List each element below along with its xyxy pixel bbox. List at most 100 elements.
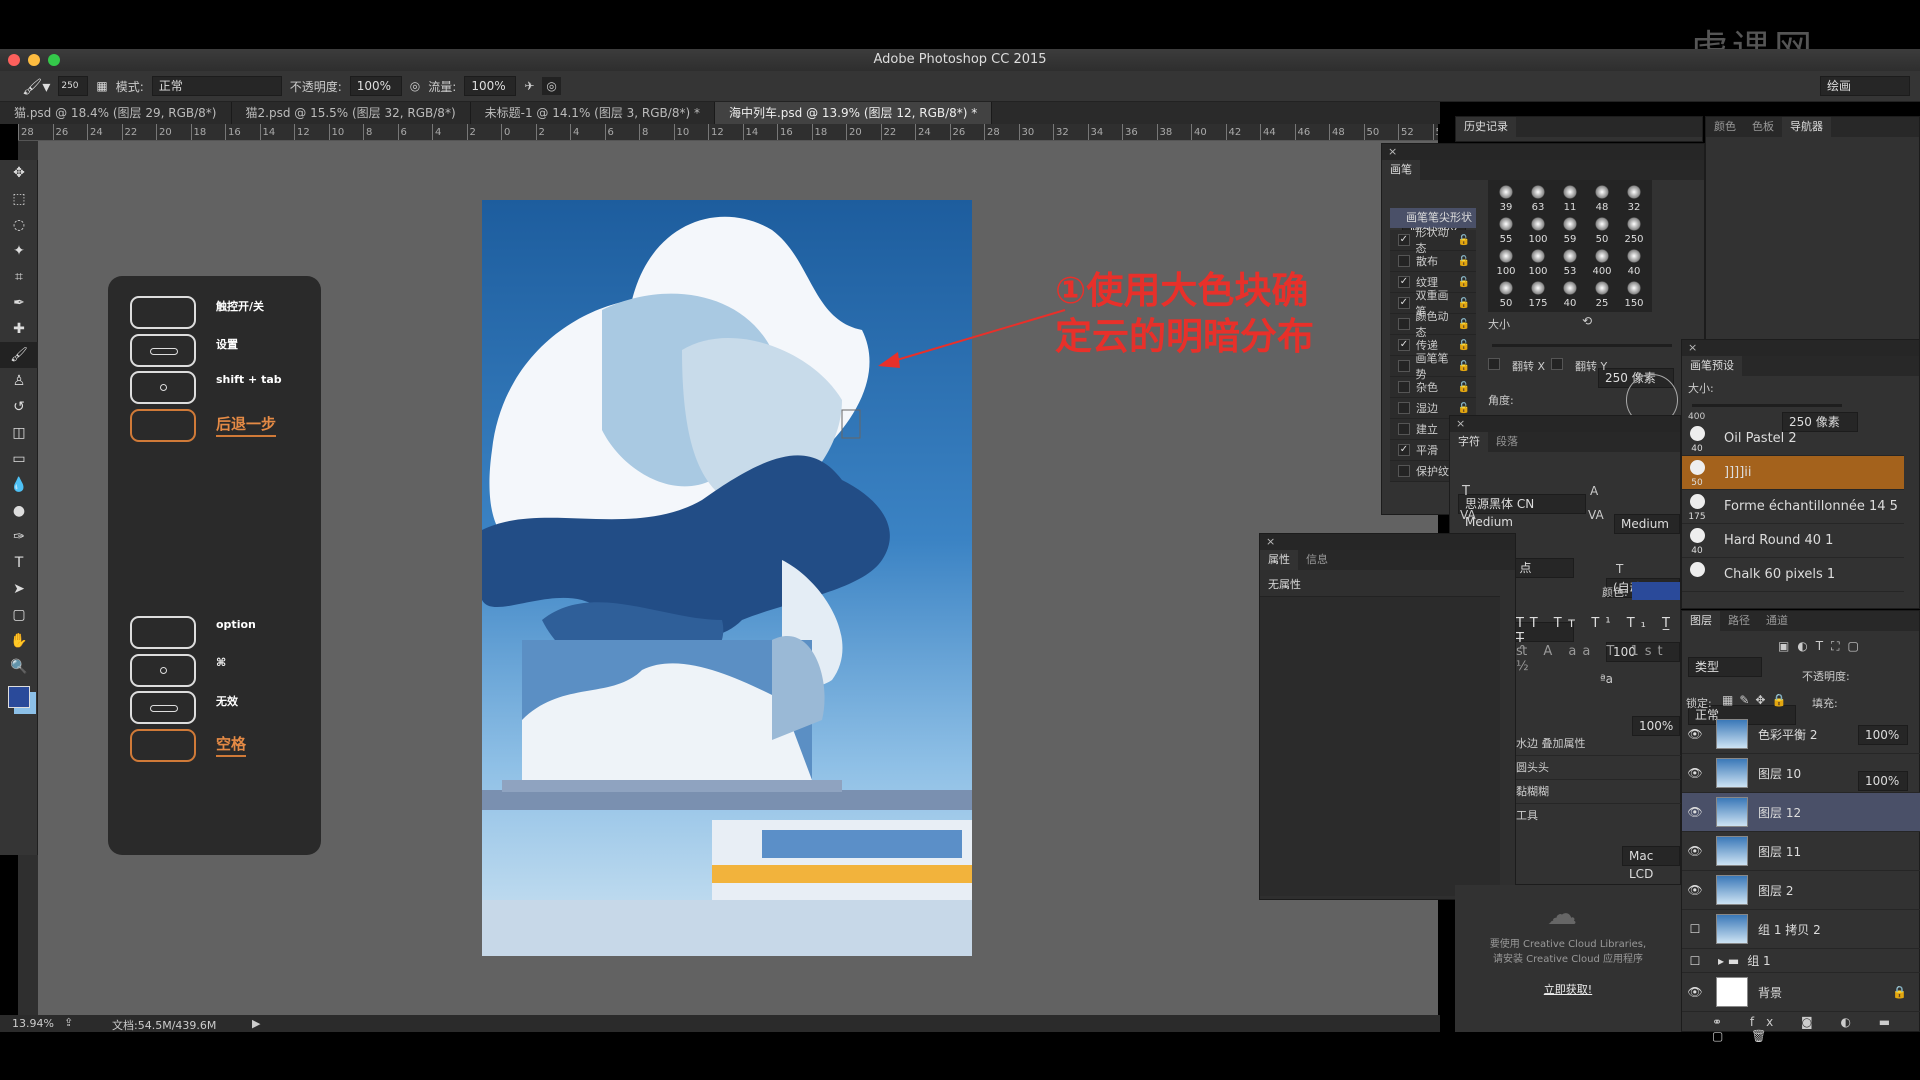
- brush-tip[interactable]: 40: [1618, 246, 1650, 278]
- font-family-select[interactable]: 思源黑体 CN Medium: [1458, 494, 1586, 529]
- lasso-tool-icon[interactable]: ◌: [0, 212, 38, 238]
- close-icon[interactable]: ×: [1450, 416, 1680, 432]
- eye-icon[interactable]: 👁: [1682, 985, 1708, 999]
- shape-tool-icon[interactable]: ▢: [0, 602, 38, 628]
- blur-tool-icon[interactable]: 💧: [0, 472, 38, 498]
- brush-tip[interactable]: 100: [1522, 214, 1554, 246]
- eraser-tool-icon[interactable]: ◫: [0, 420, 38, 446]
- workspace-select[interactable]: 绘画: [1820, 76, 1910, 96]
- checkbox[interactable]: ✓: [1398, 276, 1410, 288]
- tab-1[interactable]: 信息: [1298, 550, 1336, 570]
- brush-panel-toggle-icon[interactable]: ▦: [96, 79, 107, 93]
- lock-icon[interactable]: 🔓: [1458, 403, 1470, 414]
- brush-preset-item[interactable]: 40 Hard Round 40 1: [1682, 524, 1904, 558]
- brush-tip[interactable]: 53: [1554, 246, 1586, 278]
- brush-tip[interactable]: 11: [1554, 182, 1586, 214]
- lock-icon[interactable]: 🔓: [1458, 361, 1470, 372]
- opacity-input[interactable]: 100%: [349, 76, 402, 96]
- brush-tip[interactable]: 175: [1522, 278, 1554, 310]
- eye-icon[interactable]: 👁: [1682, 727, 1708, 741]
- brush-tip[interactable]: 100: [1490, 246, 1522, 278]
- close-icon[interactable]: ×: [1260, 534, 1515, 550]
- brush-tip[interactable]: 50: [1586, 214, 1618, 246]
- document-tab[interactable]: 未标题-1 @ 14.1% (图层 3, RGB/8*) *: [471, 102, 715, 124]
- brush-tool-icon[interactable]: 🖌: [0, 342, 38, 368]
- status-menu-arrow[interactable]: ▶: [252, 1017, 260, 1030]
- flow-input[interactable]: 100%: [464, 76, 517, 96]
- layer-row[interactable]: 👁 图层 10: [1682, 754, 1920, 793]
- text-color-swatch[interactable]: [1632, 582, 1680, 600]
- healing-tool-icon[interactable]: ✚: [0, 316, 38, 342]
- history-brush-tool-icon[interactable]: ↺: [0, 394, 38, 420]
- tab-1[interactable]: 路径: [1720, 611, 1758, 631]
- lock-icon[interactable]: 🔓: [1458, 235, 1470, 246]
- checkbox[interactable]: [1398, 423, 1410, 435]
- minimize-window-button[interactable]: [28, 54, 40, 66]
- checkbox[interactable]: [1398, 465, 1410, 477]
- brush-tip[interactable]: 25: [1586, 278, 1618, 310]
- tool-preset-item[interactable]: 圆头头: [1510, 756, 1682, 780]
- crop-tool-icon[interactable]: ⌗: [0, 264, 38, 290]
- pen-tool-icon[interactable]: ✑: [0, 524, 38, 550]
- move-tool-icon[interactable]: ✥: [0, 160, 38, 186]
- brush-preset-item[interactable]: 175 Forme échantillonnée 14 5: [1682, 490, 1904, 524]
- checkbox[interactable]: ✓: [1398, 444, 1410, 456]
- font-style-select[interactable]: Medium: [1614, 514, 1680, 534]
- brush-tip[interactable]: 50: [1490, 278, 1522, 310]
- eyedropper-tool-icon[interactable]: ✒: [0, 290, 38, 316]
- lock-icon[interactable]: 🔓: [1458, 382, 1470, 393]
- lock-icon[interactable]: 🔓: [1458, 256, 1470, 267]
- antialias-select[interactable]: Mac LCD: [1622, 846, 1680, 881]
- brush-tip[interactable]: 40: [1554, 278, 1586, 310]
- brush-tip[interactable]: 400: [1586, 246, 1618, 278]
- tab-2[interactable]: 导航器: [1782, 117, 1831, 137]
- layer-filter-select[interactable]: 类型: [1688, 657, 1762, 677]
- visibility-toggle[interactable]: ☐: [1682, 954, 1708, 968]
- visibility-toggle[interactable]: ☐: [1682, 922, 1708, 936]
- tab-0[interactable]: 属性: [1260, 550, 1298, 570]
- brush-option-item[interactable]: 颜色动态 🔓: [1390, 310, 1476, 339]
- layer-row[interactable]: ☐ 组 1 拷贝 2: [1682, 910, 1920, 949]
- flip-x-checkbox[interactable]: [1488, 358, 1500, 370]
- lock-icon[interactable]: 🔓: [1458, 277, 1470, 288]
- layer-row[interactable]: 👁 色彩平衡 2: [1682, 715, 1920, 754]
- share-icon[interactable]: ⇪: [64, 1016, 73, 1029]
- checkbox[interactable]: ✓: [1398, 339, 1410, 351]
- preset-size-slider[interactable]: [1692, 404, 1842, 407]
- zoom-level[interactable]: 13.94%: [12, 1017, 54, 1030]
- brush-tip[interactable]: 63: [1522, 182, 1554, 214]
- checkbox[interactable]: [1398, 402, 1410, 414]
- checkbox[interactable]: [1398, 381, 1410, 393]
- eye-icon[interactable]: 👁: [1682, 883, 1708, 897]
- layer-filter-icons[interactable]: ▣◐T⛶▢: [1778, 639, 1867, 654]
- magic-wand-tool-icon[interactable]: ✦: [0, 238, 38, 264]
- tab-brush-presets[interactable]: 画笔预设: [1682, 356, 1742, 376]
- gradient-tool-icon[interactable]: ▭: [0, 446, 38, 472]
- tab-0[interactable]: 字符: [1450, 432, 1488, 452]
- mode-select[interactable]: 正常: [151, 76, 282, 96]
- tool-preset-item[interactable]: 水边 叠加属性: [1510, 732, 1682, 756]
- document-tab[interactable]: 猫2.psd @ 15.5% (图层 32, RGB/8*): [232, 102, 471, 124]
- layer-footer-buttons[interactable]: ⚭ fx ◙ ◐ ▬ ▢ 🗑: [1712, 1015, 1919, 1043]
- marquee-tool-icon[interactable]: ⬚: [0, 186, 38, 212]
- brush-tip[interactable]: 250: [1618, 214, 1650, 246]
- checkbox[interactable]: [1398, 255, 1410, 267]
- foreground-background-colors[interactable]: [8, 686, 30, 708]
- path-select-tool-icon[interactable]: ➤: [0, 576, 38, 602]
- brush-tool-icon[interactable]: 🖌▾: [22, 77, 50, 96]
- eye-icon[interactable]: 👁: [1682, 805, 1708, 819]
- hand-tool-icon[interactable]: ✋: [0, 628, 38, 654]
- brush-option-item[interactable]: 杂色 🔓: [1390, 377, 1476, 398]
- brush-size-picker[interactable]: 250: [58, 76, 89, 96]
- brush-tip[interactable]: 55: [1490, 214, 1522, 246]
- type-tool-icon[interactable]: T: [0, 550, 38, 576]
- tab-brush[interactable]: 画笔: [1382, 160, 1420, 180]
- brush-option-item[interactable]: 散布 🔓: [1390, 251, 1476, 272]
- close-icon[interactable]: ×: [1382, 144, 1704, 160]
- zoom-tool-icon[interactable]: 🔍: [0, 654, 38, 680]
- checkbox[interactable]: [1398, 318, 1410, 330]
- layer-row[interactable]: 👁 图层 11: [1682, 832, 1920, 871]
- maximize-window-button[interactable]: [48, 54, 60, 66]
- close-icon[interactable]: ×: [1682, 340, 1919, 356]
- tab-0[interactable]: 颜色: [1706, 117, 1744, 137]
